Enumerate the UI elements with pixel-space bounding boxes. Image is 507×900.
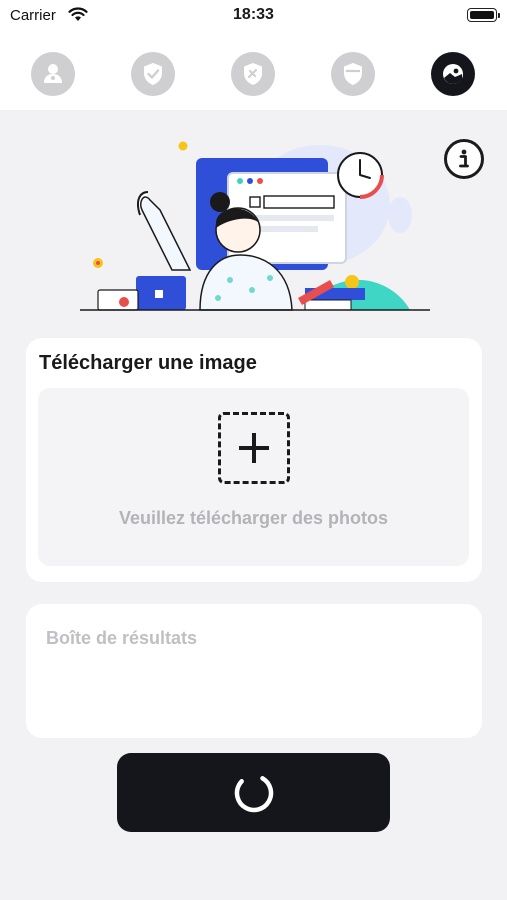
tools-badge-icon	[244, 63, 262, 85]
person-icon	[44, 64, 62, 83]
tab-shield[interactable]	[331, 52, 375, 96]
upload-card: Télécharger une image Veuillez télécharg…	[26, 338, 482, 582]
add-photo-button[interactable]	[218, 412, 290, 484]
tab-person[interactable]	[31, 52, 75, 96]
image-icon	[443, 64, 463, 84]
loading-spinner-icon	[234, 773, 273, 812]
shield-check-icon	[144, 63, 162, 85]
upload-hint: Veuillez télécharger des photos	[118, 508, 389, 528]
tab-shield-check[interactable]	[131, 52, 175, 96]
shield-icon	[344, 63, 362, 85]
submit-button[interactable]	[117, 753, 390, 832]
tab-image[interactable]	[431, 52, 475, 96]
upload-title: Télécharger une image	[39, 352, 257, 374]
tab-tools[interactable]	[231, 52, 275, 96]
status-bar: Carrier 18:33	[0, 0, 507, 32]
clock: 18:33	[233, 6, 274, 23]
tab-bar	[0, 32, 507, 110]
upload-dropzone[interactable]: Veuillez télécharger des photos	[38, 388, 469, 566]
battery-icon	[467, 8, 500, 22]
hero-illustration	[80, 141, 430, 311]
info-button[interactable]	[444, 139, 484, 179]
info-icon	[459, 149, 469, 168]
result-box[interactable]: Boîte de résultats	[26, 604, 482, 738]
result-placeholder: Boîte de résultats	[46, 628, 198, 648]
